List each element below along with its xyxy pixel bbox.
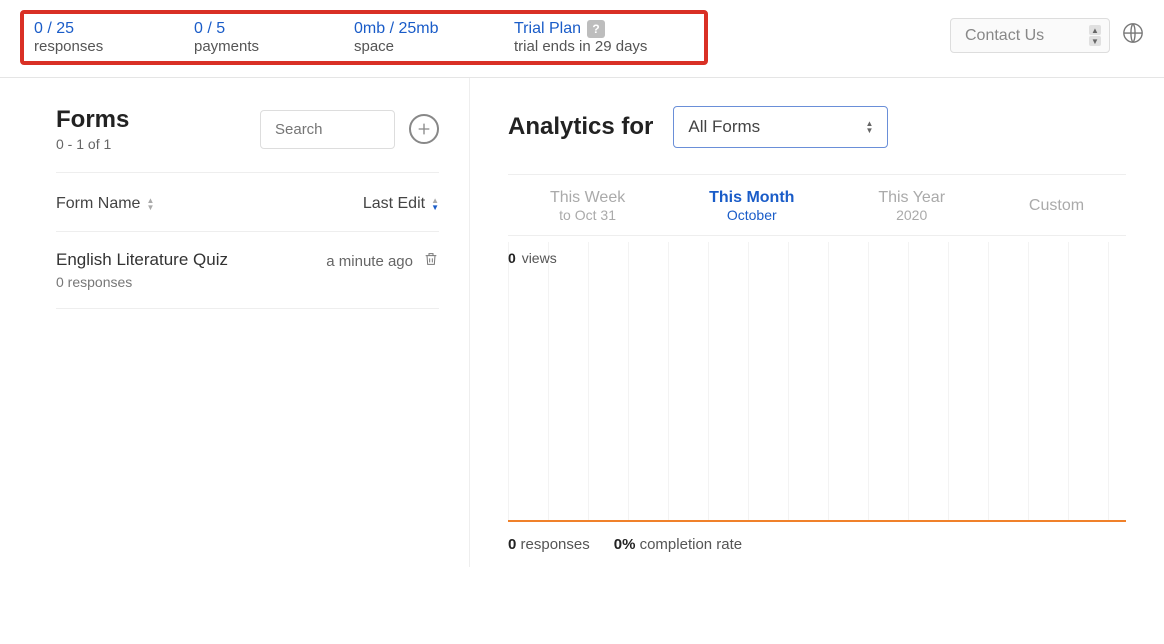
analytics-pane: Analytics for All Forms This Week to Oct… [470, 78, 1164, 567]
globe-icon[interactable] [1122, 22, 1144, 49]
add-form-button[interactable] [409, 114, 439, 144]
column-form-name[interactable]: Form Name [56, 195, 154, 213]
stat-plan: Trial Plan ? trial ends in 29 days [514, 20, 674, 55]
forms-header: Forms 0 - 1 of 1 [56, 106, 439, 173]
views-chart: 0 views [508, 242, 1126, 522]
help-icon[interactable]: ? [587, 20, 605, 38]
tab-this-year[interactable]: This Year 2020 [878, 189, 945, 223]
contact-us-label: Contact Us [965, 27, 1044, 45]
contact-us-dropdown[interactable]: Contact Us ▲▼ [950, 18, 1110, 53]
stat-space-label: space [354, 38, 464, 55]
sort-icon [431, 197, 439, 211]
column-last-edit[interactable]: Last Edit [363, 195, 439, 213]
top-bar: 0 / 25 responses 0 / 5 payments 0mb / 25… [0, 0, 1164, 78]
stat-responses-value: 0 / 25 [34, 20, 144, 38]
sort-icon [146, 197, 154, 211]
forms-table-header: Form Name Last Edit [56, 173, 439, 232]
chevron-updown-icon [865, 120, 873, 134]
stat-payments: 0 / 5 payments [194, 20, 304, 55]
form-name: English Literature Quiz [56, 250, 228, 270]
stat-payments-value: 0 / 5 [194, 20, 304, 38]
stat-space: 0mb / 25mb space [354, 20, 464, 55]
main-area: Forms 0 - 1 of 1 Form Name Last Edit [0, 78, 1164, 567]
forms-title: Forms [56, 106, 129, 134]
search-input[interactable] [260, 110, 395, 149]
stat-space-value: 0mb / 25mb [354, 20, 464, 38]
form-select-dropdown[interactable]: All Forms [673, 106, 888, 148]
period-tabs: This Week to Oct 31 This Month October T… [508, 174, 1126, 236]
stat-responses-label: responses [34, 38, 144, 55]
analytics-header: Analytics for All Forms [508, 106, 1126, 174]
bottom-stats: 0 responses 0% completion rate [508, 522, 1126, 567]
stat-plan-title: Trial Plan [514, 20, 581, 38]
forms-pane: Forms 0 - 1 of 1 Form Name Last Edit [0, 78, 470, 567]
stat-responses: 0 / 25 responses [34, 20, 144, 55]
dropdown-stepper-icon: ▲▼ [1089, 25, 1101, 46]
views-label: 0 views [508, 250, 557, 266]
form-responses: 0 responses [56, 274, 228, 290]
stat-payments-label: payments [194, 38, 304, 55]
form-select-value: All Forms [688, 117, 760, 137]
forms-range: 0 - 1 of 1 [56, 136, 129, 152]
usage-stats-box: 0 / 25 responses 0 / 5 payments 0mb / 25… [20, 10, 708, 65]
stat-responses-bottom: 0 responses [508, 536, 590, 553]
form-edited: a minute ago [326, 253, 413, 270]
tab-this-month[interactable]: This Month October [709, 189, 794, 223]
trash-icon[interactable] [423, 250, 439, 272]
stat-completion: 0% completion rate [614, 536, 742, 553]
form-row[interactable]: English Literature Quiz 0 responses a mi… [56, 232, 439, 309]
top-right-controls: Contact Us ▲▼ [950, 18, 1144, 53]
tab-custom[interactable]: Custom [1029, 189, 1084, 223]
tab-this-week[interactable]: This Week to Oct 31 [550, 189, 625, 223]
analytics-title: Analytics for [508, 113, 653, 141]
stat-plan-sub: trial ends in 29 days [514, 38, 674, 55]
